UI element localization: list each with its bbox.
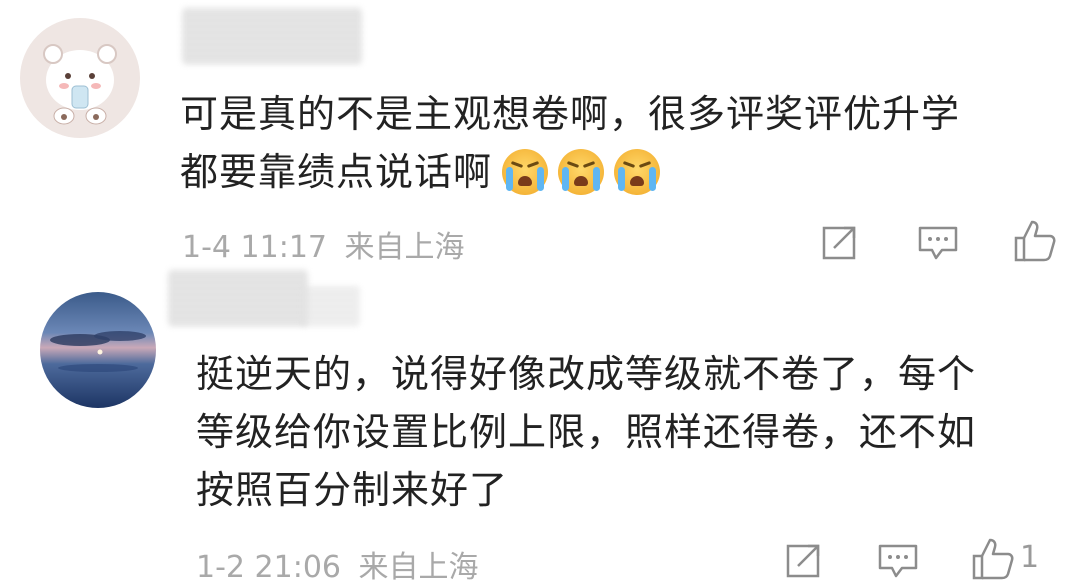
- comment-meta: 1-2 21:06 来自上海: [196, 542, 479, 586]
- comment-date: 1-4 11:17: [182, 230, 327, 265]
- comment-location: 来自上海: [344, 230, 465, 265]
- like-count: 1: [1020, 540, 1040, 575]
- comment-text-line: 都要靠绩点说话啊: [180, 143, 960, 201]
- comment-text-line: 按照百分制来好了: [196, 468, 509, 512]
- avatar-bear[interactable]: [20, 18, 140, 138]
- comment-icon[interactable]: [916, 222, 960, 266]
- edit-share-icon[interactable]: [784, 540, 824, 584]
- comment-item-1: 可是真的不是主观想卷啊，很多评奖评优升学 都要靠绩点说话啊 1-4 11:17 …: [0, 0, 1080, 270]
- comment-icon[interactable]: [876, 540, 920, 584]
- comment-text-line: 可是真的不是主观想卷啊，很多评奖评优升学: [180, 92, 961, 136]
- crying-face-emoji: [558, 149, 605, 195]
- avatar-sky[interactable]: [40, 292, 156, 408]
- crying-face-emoji: [614, 149, 661, 195]
- comment-meta: 1-4 11:17 来自上海: [182, 222, 465, 266]
- crying-face-emoji: [502, 149, 549, 195]
- comment-date: 1-2 21:06: [196, 550, 341, 585]
- comment-item-2: 挺逆天的，说得好像改成等级就不卷了，每个 等级给你设置比例上限，照样还得卷，还不…: [0, 270, 1080, 585]
- comment-location: 来自上海: [358, 550, 479, 585]
- comment-text: 可是真的不是主观想卷啊，很多评奖评优升学 都要靠绩点说话啊: [180, 85, 960, 201]
- username-redacted[interactable]: [300, 286, 360, 326]
- like-icon[interactable]: [970, 536, 1016, 586]
- edit-share-icon[interactable]: [820, 222, 860, 266]
- like-icon[interactable]: [1012, 218, 1058, 268]
- username-redacted[interactable]: [168, 270, 308, 326]
- username-redacted[interactable]: [182, 8, 362, 64]
- comment-text-line: 等级给你设置比例上限，照样还得卷，还不如: [196, 410, 977, 454]
- comment-text-line: 挺逆天的，说得好像改成等级就不卷了，每个: [196, 352, 977, 396]
- comment-text: 挺逆天的，说得好像改成等级就不卷了，每个 等级给你设置比例上限，照样还得卷，还不…: [196, 345, 976, 519]
